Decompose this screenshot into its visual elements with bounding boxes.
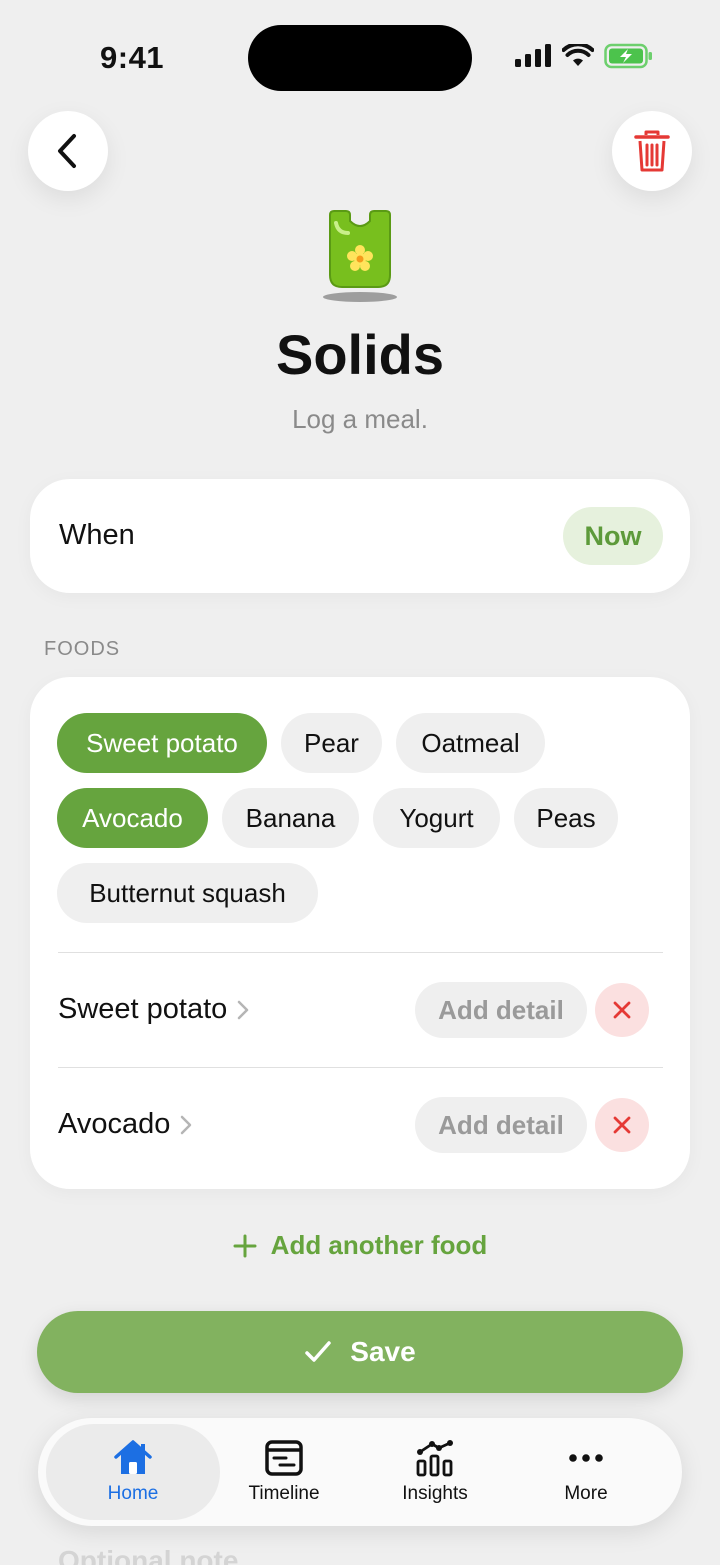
chevron-right-icon xyxy=(181,1115,192,1134)
save-button[interactable]: Save xyxy=(37,1311,683,1393)
foods-card: Sweet potato Pear Oatmeal Avocado Banana… xyxy=(30,677,690,1189)
divider xyxy=(58,952,663,953)
remove-food-background xyxy=(595,1098,649,1152)
when-label: When xyxy=(59,519,135,551)
tab-label: Insights xyxy=(402,1483,468,1504)
tab-label: Home xyxy=(107,1483,159,1504)
food-chip-avocado[interactable]: Avocado xyxy=(57,788,208,848)
selected-food-name: Sweet potato xyxy=(58,993,228,1025)
battery-charging-icon xyxy=(604,43,652,69)
add-another-food-label: Add another food xyxy=(270,1230,488,1260)
tab-timeline[interactable]: Timeline xyxy=(197,1424,371,1520)
tab-home[interactable]: Home xyxy=(46,1424,220,1520)
timeline-icon xyxy=(265,1440,303,1476)
add-detail-button[interactable]: Add detail xyxy=(415,982,587,1038)
chevron-left-icon xyxy=(58,134,76,168)
food-chip-yogurt[interactable]: Yogurt xyxy=(373,788,500,848)
add-detail-button[interactable]: Add detail xyxy=(415,1097,587,1153)
insights-icon xyxy=(416,1440,453,1477)
delete-button[interactable] xyxy=(612,111,692,191)
tab-insights[interactable]: Insights xyxy=(348,1424,522,1520)
add-another-food-button[interactable]: Add another food xyxy=(0,1230,720,1261)
chevron-right-icon xyxy=(238,1000,249,1019)
status-icons xyxy=(514,43,654,69)
remove-food-background xyxy=(595,983,649,1037)
status-time: 9:41 xyxy=(100,40,165,75)
food-chip-pear[interactable]: Pear xyxy=(281,713,382,773)
back-button[interactable] xyxy=(28,111,108,191)
page-subtitle: Log a meal. xyxy=(292,404,428,434)
screen: 9:41 Solids Log a meal. When Now FOODS S… xyxy=(0,0,720,1565)
wifi-icon xyxy=(562,44,594,66)
remove-food-button[interactable] xyxy=(581,982,663,1038)
close-icon xyxy=(613,1116,631,1134)
checkmark-icon xyxy=(305,1341,332,1362)
plus-icon xyxy=(233,1234,257,1257)
tab-label: More xyxy=(564,1483,608,1504)
save-label: Save xyxy=(350,1336,416,1367)
selected-food-row-avocado[interactable]: Avocado xyxy=(58,1108,192,1141)
when-card: When Now xyxy=(30,479,690,593)
food-chip-sweet-potato[interactable]: Sweet potato xyxy=(57,713,267,773)
more-icon xyxy=(569,1454,603,1462)
selected-food-name: Avocado xyxy=(58,1108,171,1140)
tab-bar: Home Timeline Insights More xyxy=(38,1418,682,1526)
trash-icon xyxy=(634,130,670,172)
remove-food-button[interactable] xyxy=(581,1097,663,1153)
food-chip-butternut-squash[interactable]: Butternut squash xyxy=(57,863,318,923)
home-icon xyxy=(114,1440,152,1474)
page-title: Solids xyxy=(275,323,445,386)
optional-note-label: Optional note xyxy=(58,1545,239,1565)
food-chip-banana[interactable]: Banana xyxy=(222,788,359,848)
selected-food-row-sweet-potato[interactable]: Sweet potato xyxy=(58,993,249,1026)
time-picker-button[interactable]: Now xyxy=(563,507,663,565)
dynamic-island xyxy=(248,25,472,91)
food-chip-oatmeal[interactable]: Oatmeal xyxy=(396,713,545,773)
bib-icon xyxy=(323,210,397,302)
cellular-signal-icon xyxy=(515,44,551,67)
tab-more[interactable]: More xyxy=(499,1424,673,1520)
close-icon xyxy=(613,1001,631,1019)
food-chip-peas[interactable]: Peas xyxy=(514,788,618,848)
foods-section-label: FOODS xyxy=(44,638,121,660)
tab-label: Timeline xyxy=(248,1483,320,1504)
divider xyxy=(58,1067,663,1068)
